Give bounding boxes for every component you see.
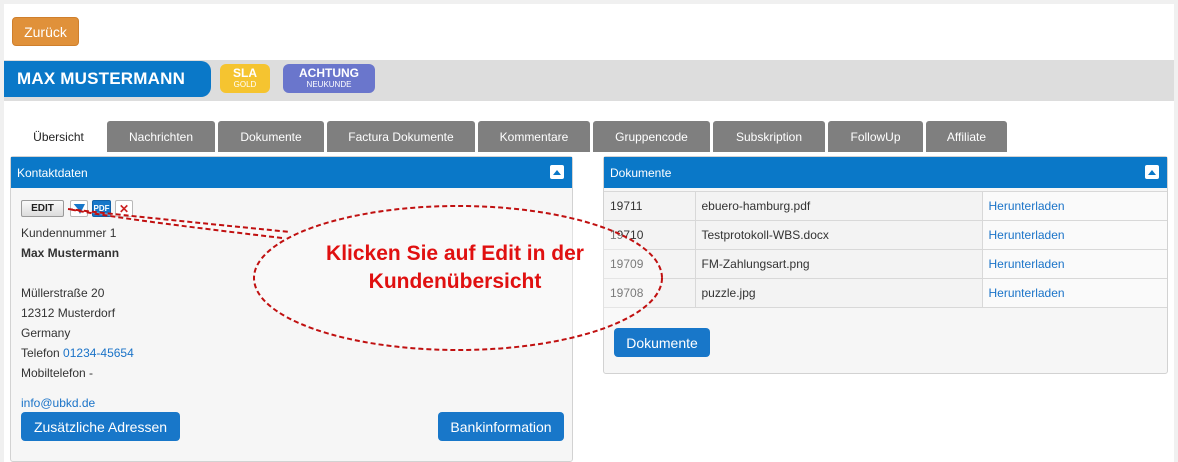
phone-label: Telefon <box>21 346 60 360</box>
collapse-arrow-icon <box>1148 169 1156 175</box>
contact-country: Germany <box>21 326 71 340</box>
edit-button[interactable]: EDIT <box>21 200 64 217</box>
warning-badge: ACHTUNG NEUKUNDE <box>283 64 375 93</box>
bank-information-button[interactable]: Bankinformation <box>438 412 564 441</box>
contact-collapse-button[interactable] <box>550 165 564 179</box>
tab-factura-dokumente[interactable]: Factura Dokumente <box>327 121 475 152</box>
warning-badge-label: ACHTUNG <box>299 66 359 80</box>
documents-table: 19711 ebuero-hamburg.pdf Herunterladen 1… <box>604 191 1167 308</box>
document-id: 19708 <box>604 278 696 308</box>
contact-panel-header: Kontaktdaten <box>11 157 572 188</box>
tab-affiliate[interactable]: Affiliate <box>926 121 1007 152</box>
warning-badge-detail: NEUKUNDE <box>306 80 352 89</box>
document-file: puzzle.jpg <box>695 278 983 308</box>
document-file: FM-Zahlungsart.png <box>695 249 983 279</box>
document-id: 19710 <box>604 220 696 250</box>
sla-badge-level: GOLD <box>233 80 257 89</box>
callout-line-2: Kundenübersicht <box>368 270 542 293</box>
document-id: 19711 <box>604 191 696 221</box>
document-id: 19709 <box>604 249 696 279</box>
contact-panel-title: Kontaktdaten <box>17 165 88 180</box>
table-row: 19709 FM-Zahlungsart.png Herunterladen <box>604 249 1167 279</box>
customer-header: MAX MUSTERMANN SLA GOLD ACHTUNG NEUKUNDE <box>4 60 1174 101</box>
tab-dokumente[interactable]: Dokumente <box>218 121 324 152</box>
documents-panel: Dokumente 19711 ebuero-hamburg.pdf Herun… <box>603 156 1168 374</box>
sla-badge-label: SLA <box>233 66 257 80</box>
download-link[interactable]: Herunterladen <box>989 199 1065 213</box>
table-row: 19710 Testprotokoll-WBS.docx Herunterlad… <box>604 220 1167 250</box>
paper-plane-icon <box>73 203 85 214</box>
table-row: 19711 ebuero-hamburg.pdf Herunterladen <box>604 191 1167 221</box>
pdf-icon[interactable]: PDF <box>92 200 111 217</box>
documents-panel-header: Dokumente <box>604 157 1167 188</box>
tab-subskription[interactable]: Subskription <box>713 121 825 152</box>
contact-details: Kundennummer 1 Max Mustermann Müllerstra… <box>21 223 134 413</box>
sla-badge: SLA GOLD <box>220 64 270 93</box>
tab-kommentare[interactable]: Kommentare <box>478 121 590 152</box>
contact-city: 12312 Musterdorf <box>21 306 116 320</box>
documents-panel-title: Dokumente <box>610 165 672 180</box>
contact-toolbar: EDIT PDF ✕ <box>21 200 133 217</box>
contact-mobile: Mobiltelefon - <box>21 366 94 380</box>
contact-street: Müllerstraße 20 <box>21 286 105 300</box>
table-row: 19708 puzzle.jpg Herunterladen <box>604 278 1167 308</box>
download-link[interactable]: Herunterladen <box>989 257 1065 271</box>
phone-link[interactable]: 01234-45654 <box>63 346 134 360</box>
collapse-arrow-icon <box>553 169 561 175</box>
tab-nachrichten[interactable]: Nachrichten <box>107 121 215 152</box>
back-button[interactable]: Zurück <box>12 17 79 46</box>
contact-phone-row: Telefon 01234-45654 <box>21 343 134 363</box>
email-link[interactable]: info@ubkd.de <box>21 396 95 410</box>
documents-button[interactable]: Dokumente <box>614 328 710 357</box>
tab-uebersicht[interactable]: Übersicht <box>17 121 100 152</box>
callout-text: Klicken Sie auf Edit in der Kundenübersi… <box>300 240 610 296</box>
tab-gruppencode[interactable]: Gruppencode <box>593 121 710 152</box>
document-file: Testprotokoll-WBS.docx <box>695 220 983 250</box>
customer-number: Kundennummer 1 <box>21 226 117 240</box>
download-link[interactable]: Herunterladen <box>989 228 1065 242</box>
send-icon[interactable] <box>70 200 88 217</box>
download-link[interactable]: Herunterladen <box>989 286 1065 300</box>
document-file: ebuero-hamburg.pdf <box>695 191 983 221</box>
callout-line-1: Klicken Sie auf Edit in der <box>326 242 584 265</box>
tab-followup[interactable]: FollowUp <box>828 121 923 152</box>
delete-icon[interactable]: ✕ <box>115 200 133 217</box>
additional-addresses-button[interactable]: Zusätzliche Adressen <box>21 412 180 441</box>
contact-panel: Kontaktdaten EDIT PDF ✕ Kundennummer 1 M… <box>10 156 573 462</box>
customer-name: MAX MUSTERMANN <box>4 61 211 97</box>
documents-collapse-button[interactable] <box>1145 165 1159 179</box>
contact-name: Max Mustermann <box>21 246 120 260</box>
page-frame: Zurück MAX MUSTERMANN SLA GOLD ACHTUNG N… <box>4 4 1174 462</box>
